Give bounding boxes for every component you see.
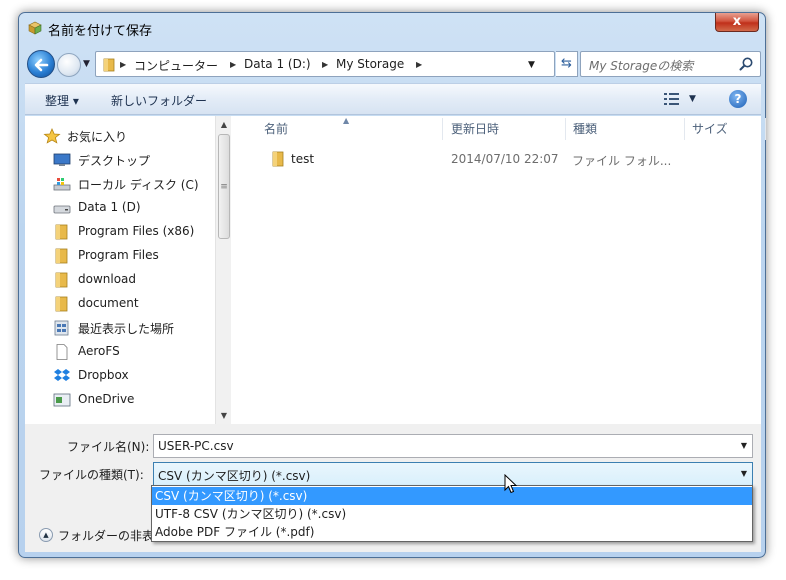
column-divider[interactable] (565, 118, 566, 140)
nav-scrollbar[interactable]: ▲ ≡ ▼ (215, 116, 231, 424)
close-button[interactable]: x (715, 13, 759, 32)
nav-item-label: Program Files (x86) (78, 224, 195, 238)
filetype-option[interactable]: Adobe PDF ファイル (*.pdf) (152, 523, 752, 541)
sort-ascending-icon: ▲ (343, 116, 350, 125)
back-button[interactable] (27, 50, 55, 78)
folder-icon (55, 296, 68, 312)
filetype-option[interactable]: CSV (カンマ区切り) (*.csv) (152, 487, 752, 505)
filetype-label: ファイルの種類(T): (39, 468, 144, 482)
nav-item-label: download (78, 272, 137, 286)
collapse-arrow-icon: ▲ (39, 528, 53, 542)
nav-item-label: AeroFS (78, 344, 120, 358)
window-title: 名前を付けて保存 (48, 24, 153, 39)
column-divider[interactable] (765, 118, 766, 140)
search-box[interactable]: My Storageの検索 (580, 51, 761, 77)
browser-content: お気に入り デスクトップ ローカル ディスク (C) Data 1 (D) Pr… (25, 116, 766, 424)
breadcrumb-separator-icon[interactable]: ▶ (322, 60, 328, 69)
command-toolbar: 整理 ▾ 新しいフォルダー ▼ ? (25, 83, 761, 115)
filetype-value: CSV (カンマ区切り) (*.csv) (158, 469, 311, 483)
scroll-down-icon[interactable]: ▼ (216, 407, 232, 424)
onedrive-icon (53, 393, 71, 407)
filename-input[interactable]: USER-PC.csv ▼ (153, 434, 753, 458)
address-history-dropdown-icon[interactable]: ▼ (528, 60, 535, 70)
nav-item-label: Program Files (78, 248, 159, 262)
nav-favorites-label: お気に入り (67, 130, 128, 144)
app-box-icon (28, 21, 42, 35)
nav-item-label: document (78, 296, 139, 310)
desktop-icon (53, 153, 71, 166)
hide-folders-label: フォルダーの非表 (58, 529, 155, 543)
filename-label: ファイル名(N): (67, 440, 150, 454)
address-bar[interactable]: ▶ コンピューター ▶ Data 1 (D:) ▶ My Storage ▶ ▼ (95, 51, 555, 77)
folder-icon (103, 58, 115, 72)
scroll-up-icon[interactable]: ▲ (216, 116, 232, 133)
folder-icon (55, 248, 68, 264)
folder-icon (272, 151, 284, 167)
chevron-down-icon[interactable]: ▼ (741, 469, 747, 478)
folder-icon (55, 224, 68, 240)
save-as-dialog: 名前を付けて保存 x ▼ ▶ コンピューター ▶ Data 1 (D:) ▶ M… (18, 12, 766, 558)
file-modified: 2014/07/10 22:07 (451, 152, 559, 166)
refresh-button[interactable]: ⇆ (556, 51, 578, 77)
table-row[interactable]: test 2014/07/10 22:07 ファイル フォル... (242, 148, 752, 170)
file-name: test (291, 152, 315, 166)
nav-item-label: OneDrive (78, 392, 135, 406)
search-placeholder: My Storageの検索 (589, 59, 694, 73)
folder-icon (55, 272, 68, 288)
column-header-type[interactable]: 種類 (573, 120, 597, 140)
breadcrumb-separator-icon[interactable]: ▶ (120, 60, 126, 69)
filetype-select[interactable]: CSV (カンマ区切り) (*.csv) ▼ (153, 462, 753, 486)
view-dropdown-icon[interactable]: ▼ (689, 94, 696, 104)
column-header-modified[interactable]: 更新日時 (451, 120, 499, 140)
favorites-star-icon (43, 128, 61, 144)
back-arrow-icon (34, 58, 49, 72)
new-folder-button[interactable]: 新しいフォルダー (111, 92, 207, 109)
dropbox-icon (54, 369, 70, 381)
column-header-size[interactable]: サイズ (692, 120, 728, 140)
breadcrumb-separator-icon[interactable]: ▶ (230, 60, 236, 69)
column-header-name[interactable]: 名前 (264, 120, 288, 140)
document-icon (56, 344, 68, 360)
filetype-dropdown-list: CSV (カンマ区切り) (*.csv) UTF-8 CSV (カンマ区切り) … (151, 485, 753, 542)
nav-item-label: Dropbox (78, 368, 129, 382)
column-divider[interactable] (684, 118, 685, 140)
recent-pages-dropdown-icon[interactable]: ▼ (83, 59, 90, 69)
column-divider[interactable] (442, 118, 443, 140)
organize-menu-button[interactable]: 整理 ▾ (45, 92, 79, 109)
breadcrumb-computer[interactable]: コンピューター (134, 57, 218, 74)
drive-icon (53, 205, 71, 214)
help-icon[interactable]: ? (729, 90, 747, 108)
search-icon[interactable] (738, 56, 754, 72)
filename-value: USER-PC.csv (158, 439, 234, 453)
local-disk-icon (53, 178, 71, 191)
navigation-pane: お気に入り デスクトップ ローカル ディスク (C) Data 1 (D) Pr… (25, 116, 231, 424)
breadcrumb-separator-icon[interactable]: ▶ (416, 60, 422, 69)
breadcrumb-data1[interactable]: Data 1 (D:) (244, 57, 311, 71)
filetype-option[interactable]: UTF-8 CSV (カンマ区切り) (*.csv) (152, 505, 752, 523)
scroll-thumb[interactable]: ≡ (218, 134, 230, 239)
nav-item-label: Data 1 (D) (78, 200, 141, 214)
nav-item-label: ローカル ディスク (C) (78, 178, 199, 192)
title-bar[interactable]: 名前を付けて保存 x (19, 13, 765, 43)
view-options-icon[interactable] (663, 92, 681, 106)
file-type: ファイル フォル... (572, 154, 672, 168)
file-list: ▲ 名前 更新日時 種類 サイズ test 2014/07/10 22:07 フ… (232, 116, 766, 424)
forward-button[interactable] (57, 53, 81, 77)
recent-places-icon (54, 320, 69, 336)
mouse-cursor-icon (504, 474, 518, 494)
nav-item-label: デスクトップ (78, 154, 151, 168)
nav-item-label: 最近表示した場所 (78, 322, 175, 336)
refresh-icon: ⇆ (561, 56, 572, 71)
breadcrumb-my-storage[interactable]: My Storage (336, 57, 404, 71)
chevron-down-icon[interactable]: ▼ (741, 441, 747, 450)
address-row: ▼ ▶ コンピューター ▶ Data 1 (D:) ▶ My Storage ▶… (25, 49, 761, 79)
